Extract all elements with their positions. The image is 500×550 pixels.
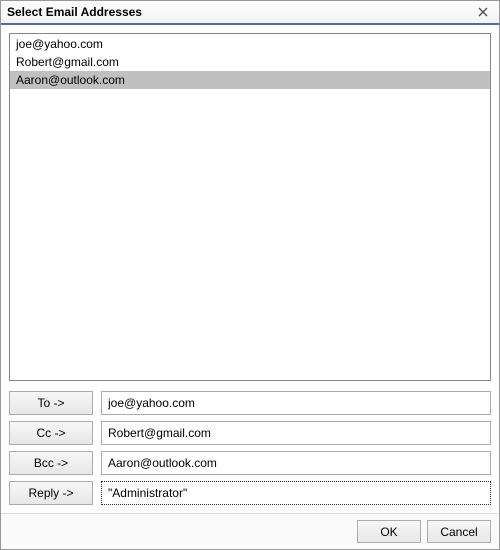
to-button[interactable]: To ->	[9, 391, 93, 415]
cc-button[interactable]: Cc ->	[9, 421, 93, 445]
bcc-row: Bcc ->	[9, 451, 491, 475]
cc-row: Cc ->	[9, 421, 491, 445]
field-rows: To -> Cc -> Bcc -> Reply ->	[9, 391, 491, 505]
reply-input[interactable]	[101, 481, 491, 505]
cancel-button[interactable]: Cancel	[427, 520, 491, 543]
to-row: To ->	[9, 391, 491, 415]
reply-button[interactable]: Reply ->	[9, 481, 93, 505]
cc-input[interactable]	[101, 421, 491, 445]
to-input[interactable]	[101, 391, 491, 415]
email-listbox[interactable]: joe@yahoo.comRobert@gmail.comAaron@outlo…	[9, 33, 491, 381]
list-item[interactable]: joe@yahoo.com	[10, 35, 490, 53]
titlebar: Select Email Addresses	[1, 1, 499, 25]
reply-row: Reply ->	[9, 481, 491, 505]
list-item[interactable]: Robert@gmail.com	[10, 53, 490, 71]
bcc-button[interactable]: Bcc ->	[9, 451, 93, 475]
dialog-body: joe@yahoo.comRobert@gmail.comAaron@outlo…	[1, 25, 499, 513]
close-button[interactable]	[473, 3, 493, 21]
dialog-title: Select Email Addresses	[7, 5, 473, 19]
close-icon	[478, 7, 488, 17]
bcc-input[interactable]	[101, 451, 491, 475]
ok-button[interactable]: OK	[357, 520, 421, 543]
list-item[interactable]: Aaron@outlook.com	[10, 71, 490, 89]
dialog-footer: OK Cancel	[1, 513, 499, 549]
select-email-dialog: Select Email Addresses joe@yahoo.comRobe…	[0, 0, 500, 550]
